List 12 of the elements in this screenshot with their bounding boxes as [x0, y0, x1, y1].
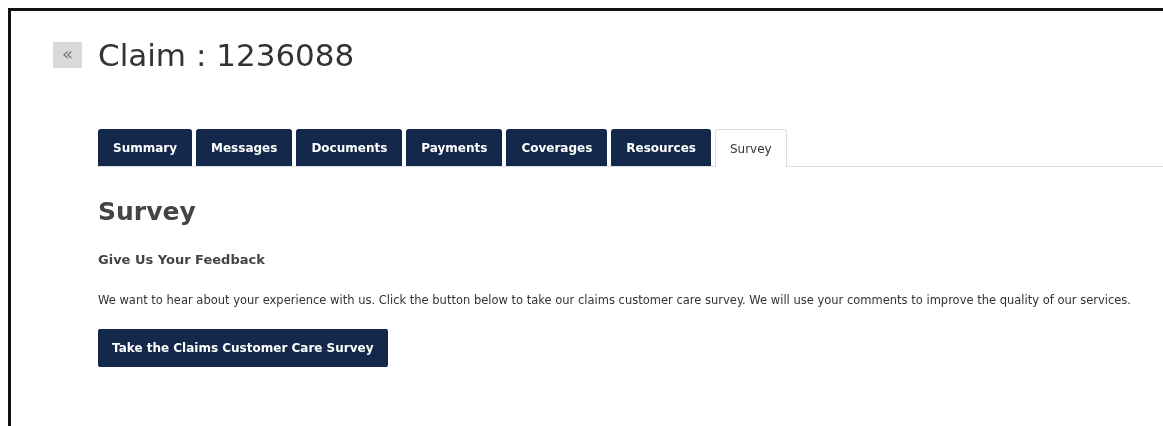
- description-paragraph: We want to hear about your experience with us. Click the button below to take our claims customer care survey. We will use your comments to improve the quality of our services.: [98, 292, 1132, 309]
- tab[interactable]: Documents: [296, 129, 403, 166]
- tab[interactable]: Messages: [196, 129, 293, 166]
- tab[interactable]: Resources: [611, 129, 711, 166]
- section-subheading: Give Us Your Feedback: [98, 252, 266, 267]
- tab[interactable]: Survey: [714, 129, 787, 167]
- section-heading: Survey: [98, 197, 197, 226]
- take-survey-button[interactable]: Take the Claims Customer Care Survey: [98, 329, 388, 367]
- tab[interactable]: Coverages: [506, 129, 608, 166]
- tab[interactable]: Summary: [98, 129, 193, 166]
- page-title: Claim : 1236088: [98, 37, 355, 73]
- tab[interactable]: Payments: [406, 129, 503, 166]
